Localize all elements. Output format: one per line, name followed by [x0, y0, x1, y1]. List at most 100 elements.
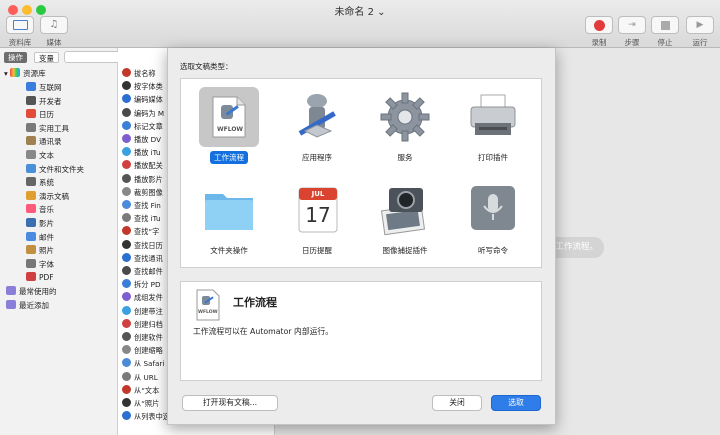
sidebar-item-category[interactable]: 文件和文件夹	[26, 163, 84, 177]
action-icon	[122, 358, 131, 368]
media-button[interactable]: ♫ 媒体	[40, 16, 68, 48]
action-list-item[interactable]: 从 Safari	[122, 357, 164, 370]
tab-variables[interactable]: 变量	[34, 52, 59, 63]
action-icon	[122, 213, 131, 223]
action-icon	[122, 173, 131, 183]
sheet-heading: 选取文稿类型：	[180, 62, 233, 71]
action-list-item[interactable]: 拔名称	[122, 67, 156, 80]
type-service[interactable]: 服务	[361, 81, 449, 169]
image-capture-icon	[375, 180, 435, 240]
action-list-item[interactable]: 播放影片	[122, 173, 163, 186]
sidebar-item-category[interactable]: 音乐	[26, 203, 54, 217]
category-icon	[26, 190, 36, 200]
workflow-badge: WFLOW	[217, 126, 244, 133]
type-calendar-alarm[interactable]: JUL 17 日历提醒	[273, 174, 361, 262]
calendar-month: JUL	[311, 190, 325, 198]
disclosure-triangle-icon[interactable]: ▾	[4, 69, 8, 78]
smart-folder-icon	[6, 300, 16, 309]
close-button[interactable]: 关闭	[432, 395, 482, 411]
action-icon	[122, 186, 131, 196]
sidebar-item-category[interactable]: 字体	[26, 258, 54, 272]
action-list-item[interactable]: 编码为 M	[122, 107, 164, 120]
action-list-item[interactable]: 成组发件	[122, 291, 163, 304]
play-icon: ▶	[686, 16, 714, 34]
action-icon	[122, 345, 131, 355]
window-toolbar: 未命名 2 ⌄ 资料库 ♫ 媒体 录制 ⇥ 步骤 停止 ▶ 运行	[0, 0, 720, 48]
library-root[interactable]: ▾ 资源库	[4, 67, 46, 81]
sidebar-item-category[interactable]: PDF	[26, 271, 54, 285]
type-dictation-command[interactable]: 听写命令	[449, 174, 537, 262]
action-icon	[122, 252, 131, 262]
action-list-item[interactable]: 创建带注	[122, 305, 163, 318]
step-button[interactable]: ⇥ 步骤	[618, 16, 646, 48]
action-icon	[122, 94, 131, 104]
library-button[interactable]: 资料库	[6, 16, 34, 48]
action-icon	[122, 279, 131, 289]
open-existing-button[interactable]: 打开现有文稿...	[182, 395, 278, 411]
action-list-item[interactable]: 裁剪图像	[122, 186, 163, 199]
category-icon	[26, 177, 36, 187]
sidebar-item-category[interactable]: 演示文稿	[26, 190, 69, 204]
type-application[interactable]: 应用程序	[273, 81, 361, 169]
document-type-grid: WFLOW 工作流程 应用程序 服务 打印插件 文件夹操作 JUL 17 日历提…	[180, 78, 542, 268]
action-list-item[interactable]: 创建软件	[122, 331, 163, 344]
sidebar-item-category[interactable]: 实用工具	[26, 122, 69, 136]
sidebar-item-category[interactable]: 日历	[26, 108, 54, 122]
category-icon	[26, 136, 36, 146]
action-list-item[interactable]: 从“照片	[122, 397, 159, 410]
description-panel: WFLOW 工作流程 工作流程可以在 Automator 内部运行。	[180, 281, 542, 381]
category-icon	[26, 82, 36, 91]
category-icon	[26, 122, 36, 132]
sidebar-item-most-used[interactable]: 最常使用的	[6, 285, 57, 299]
sidebar-item-recently-added[interactable]: 最近添加	[6, 299, 49, 313]
action-list-item[interactable]: 从“文本	[122, 384, 159, 397]
action-icon	[122, 411, 131, 421]
action-list-item[interactable]: 查找通讯	[122, 252, 163, 265]
action-list-item[interactable]: 标记文章	[122, 120, 163, 133]
sidebar-item-category[interactable]: 邮件	[26, 231, 54, 245]
tab-actions[interactable]: 操作	[4, 52, 27, 63]
action-list-item[interactable]: 查找日历	[122, 239, 163, 252]
category-icon	[26, 95, 36, 105]
choose-button[interactable]: 选取	[491, 395, 541, 411]
action-list-item[interactable]: 播放 DV	[122, 133, 161, 146]
workflow-icon: WFLOW	[199, 87, 259, 147]
action-list-item[interactable]: 播放 iTu	[122, 146, 161, 159]
sidebar-item-category[interactable]: 互联网	[26, 81, 62, 95]
type-workflow[interactable]: WFLOW 工作流程	[185, 81, 273, 169]
action-list-item[interactable]: 查找“字	[122, 225, 159, 238]
record-button[interactable]: 录制	[585, 16, 613, 48]
stop-icon	[651, 16, 679, 34]
library-panel: 操作 变量 ⚲ 名 ▾ 资源库 互联网开发者日历实用工具通讯录文本文件和文件夹系…	[0, 48, 174, 435]
sidebar-item-category[interactable]: 影片	[26, 217, 54, 231]
action-icon	[122, 226, 131, 236]
calendar-day: 17	[305, 203, 331, 227]
action-list-item[interactable]: 创建归档	[122, 318, 163, 331]
action-list-item[interactable]: 查找邮件	[122, 265, 163, 278]
sidebar-item-category[interactable]: 照片	[26, 244, 54, 258]
sidebar-item-category[interactable]: 开发者	[26, 95, 62, 109]
music-note-icon: ♫	[40, 16, 68, 34]
action-icon	[122, 398, 131, 407]
action-list-item[interactable]: 拆分 PD	[122, 278, 161, 291]
action-list-item[interactable]: 查找 Fin	[122, 199, 161, 212]
run-button[interactable]: ▶ 运行	[686, 16, 714, 48]
calendar-icon: JUL 17	[287, 180, 347, 240]
type-print-plugin[interactable]: 打印插件	[449, 81, 537, 169]
sidebar-item-category[interactable]: 系统	[26, 176, 54, 190]
action-list-item[interactable]: 播放配关	[122, 159, 163, 172]
action-icon	[122, 134, 131, 143]
action-list-item[interactable]: 查找 iTu	[122, 212, 161, 225]
type-folder-action[interactable]: 文件夹操作	[185, 174, 273, 262]
sidebar-item-category[interactable]: 通讯录	[26, 135, 62, 149]
action-list-item[interactable]: 创建缩略	[122, 344, 163, 357]
action-list-item[interactable]: 编码媒体	[122, 93, 163, 106]
action-list-item[interactable]: 从 URL	[122, 371, 158, 384]
sidebar-item-category[interactable]: 文本	[26, 149, 54, 163]
action-list-item[interactable]: 按字体类	[122, 80, 163, 93]
stop-button[interactable]: 停止	[651, 16, 679, 48]
category-icon	[26, 231, 36, 241]
type-image-capture-plugin[interactable]: 图像捕捉插件	[361, 174, 449, 262]
description-text: 工作流程可以在 Automator 内部运行。	[193, 327, 334, 336]
chevron-down-icon[interactable]: ⌄	[377, 7, 385, 18]
